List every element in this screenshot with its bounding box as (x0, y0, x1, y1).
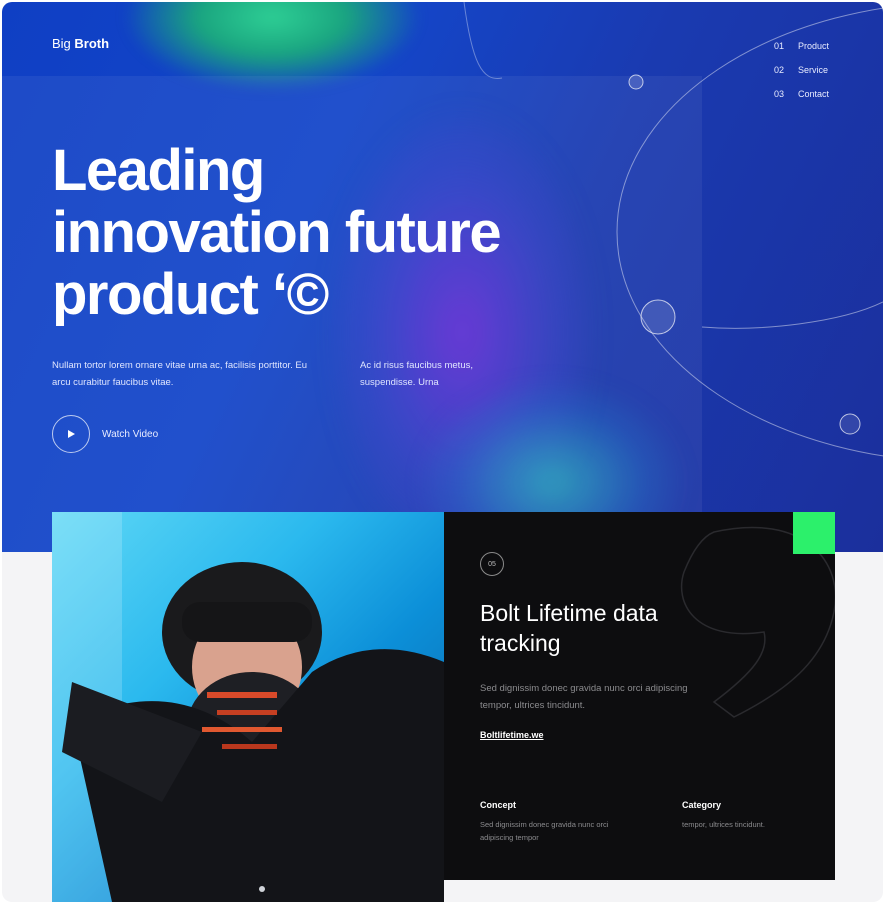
headline-line-1: Leading (52, 138, 265, 203)
card-description: Sed dignissim donec gravida nunc orci ad… (480, 682, 688, 711)
nav-label: Product (798, 41, 830, 51)
category-text: tempor, ultrices tincidunt. (682, 820, 765, 829)
hero-description-right: Ac id risus faucibus metus, suspendisse.… (360, 359, 473, 389)
hero-section: Big Broth 01 Product 02 Service 03 Conta… (2, 2, 883, 552)
main-nav: 01 Product 02 Service 03 Contact (774, 34, 829, 106)
person-photo-illustration (52, 512, 444, 902)
card-title: Bolt Lifetime data tracking (480, 598, 740, 658)
concept-heading: Concept (480, 800, 516, 810)
card-title-line-2: tracking (480, 630, 561, 656)
nav-number: 01 (774, 41, 785, 51)
category-heading: Category (682, 800, 722, 810)
nav-item-product[interactable]: 01 Product (774, 34, 829, 58)
feature-photo (52, 512, 444, 902)
play-button-circle[interactable] (52, 415, 90, 453)
brand-prefix: Big (52, 36, 75, 51)
watch-video-button[interactable]: Watch Video (52, 415, 158, 453)
nav-number: 03 (774, 89, 785, 99)
headline-line-3: product ‘© (52, 262, 329, 327)
feature-card: 05 Bolt Lifetime data tracking Sed digni… (444, 512, 835, 880)
card-title-line-1: Bolt Lifetime data (480, 600, 658, 626)
brand-name: Broth (74, 36, 110, 51)
brand-logo[interactable]: Big Broth (52, 36, 109, 51)
hero-headline: Leading innovation future product ‘© (52, 140, 612, 326)
watch-video-label: Watch Video (102, 428, 159, 440)
hero-description-left: Nullam tortor lorem ornare vitae urna ac… (52, 359, 308, 389)
page-frame: Big Broth 01 Product 02 Service 03 Conta… (2, 2, 883, 902)
headline-line-2: innovation future (52, 200, 502, 265)
nav-label: Contact (798, 89, 830, 99)
play-icon (68, 430, 75, 438)
nav-item-service[interactable]: 02 Service (774, 58, 829, 82)
nav-label: Service (798, 65, 829, 75)
number-badge-icon: 05 (480, 552, 504, 576)
accent-square (793, 512, 835, 554)
nav-item-contact[interactable]: 03 Contact (774, 82, 829, 106)
concept-text: Sed dignissim donec gravida nunc orci ad… (480, 820, 609, 842)
nav-number: 02 (774, 65, 785, 75)
card-link[interactable]: Boltlifetime.we (480, 730, 544, 740)
